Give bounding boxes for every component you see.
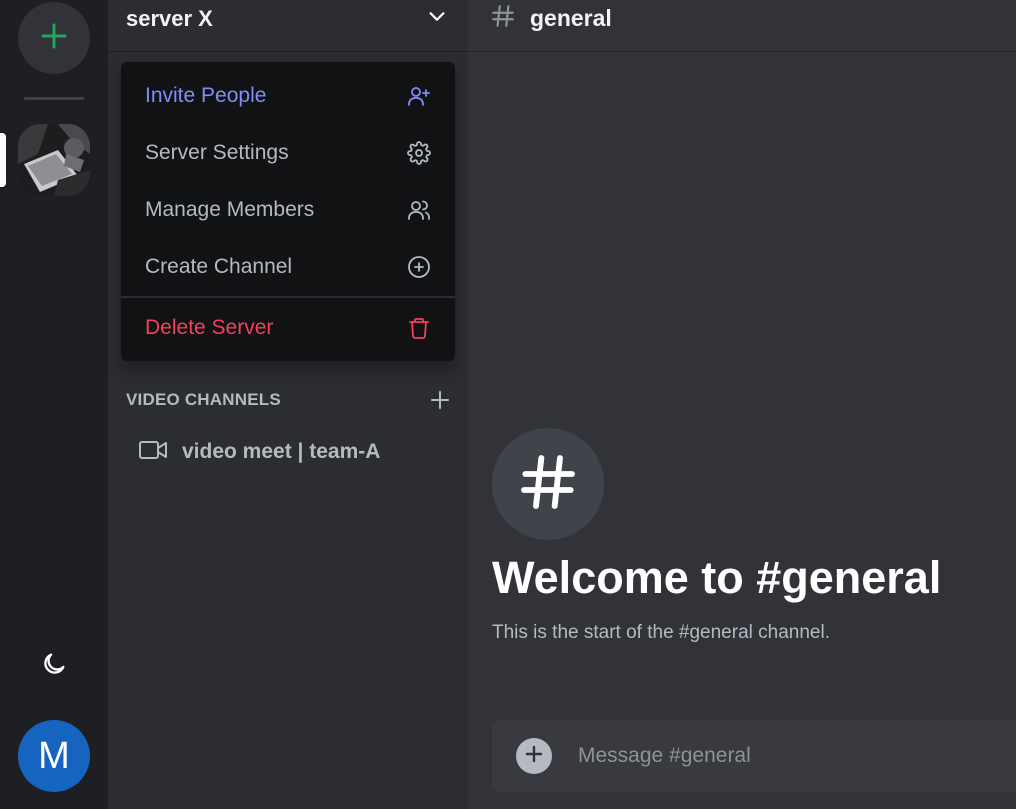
user-plus-icon xyxy=(407,84,431,108)
channel-topbar: general xyxy=(468,0,1016,52)
section-title: VIDEO CHANNELS xyxy=(126,390,281,409)
video-channels-header: VIDEO CHANNELS xyxy=(126,386,450,414)
theme-toggle-button[interactable] xyxy=(36,648,72,684)
message-composer xyxy=(492,720,1016,792)
menu-item-label: Create Channel xyxy=(145,255,293,278)
trash-icon xyxy=(407,316,431,340)
rail-divider xyxy=(24,97,84,100)
hash-icon xyxy=(516,450,580,519)
menu-item-server-settings[interactable]: Server Settings xyxy=(121,127,455,179)
menu-item-delete-server[interactable]: Delete Server xyxy=(121,302,455,354)
welcome-hash-badge xyxy=(492,428,604,540)
plus-icon xyxy=(39,21,69,56)
gear-icon xyxy=(407,141,431,165)
user-avatar[interactable]: M xyxy=(18,720,90,792)
menu-item-label: Server Settings xyxy=(145,141,289,164)
menu-item-create-channel[interactable]: Create Channel xyxy=(121,241,455,293)
server-photo xyxy=(18,124,90,196)
menu-item-label: Delete Server xyxy=(145,316,274,339)
video-icon xyxy=(138,439,168,466)
avatar-initial: M xyxy=(38,734,70,777)
chevron-down-icon xyxy=(426,5,448,32)
menu-divider xyxy=(121,296,455,298)
menu-item-label: Manage Members xyxy=(145,198,315,221)
welcome-subtitle: This is the start of the #general channe… xyxy=(492,622,830,643)
server-header[interactable]: server X xyxy=(108,0,468,52)
welcome-title: Welcome to #general xyxy=(492,552,942,603)
channel-sidebar: server X Invite People Server Settings M… xyxy=(108,0,468,809)
server-icon-server-x[interactable] xyxy=(18,124,90,196)
server-name: server X xyxy=(126,5,213,31)
channel-title: general xyxy=(530,5,612,31)
active-server-indicator xyxy=(0,133,6,187)
menu-item-invite-people[interactable]: Invite People xyxy=(121,70,455,122)
attach-plus-button[interactable] xyxy=(516,738,552,774)
add-server-button[interactable] xyxy=(18,2,90,74)
users-icon xyxy=(407,198,431,222)
add-channel-plus-icon[interactable] xyxy=(430,390,450,410)
plus-icon xyxy=(525,745,543,768)
server-dropdown-menu: Invite People Server Settings Manage Mem… xyxy=(121,62,455,361)
channel-name: video meet | team-A xyxy=(182,440,381,463)
server-rail: M xyxy=(0,0,108,809)
plus-circle-icon xyxy=(407,255,431,279)
menu-item-label: Invite People xyxy=(145,84,267,107)
moon-icon xyxy=(40,650,68,683)
message-input[interactable] xyxy=(576,736,1016,776)
channel-item-video-meet[interactable]: video meet | team-A xyxy=(130,432,450,472)
hash-icon xyxy=(490,3,516,34)
menu-item-manage-members[interactable]: Manage Members xyxy=(121,184,455,236)
